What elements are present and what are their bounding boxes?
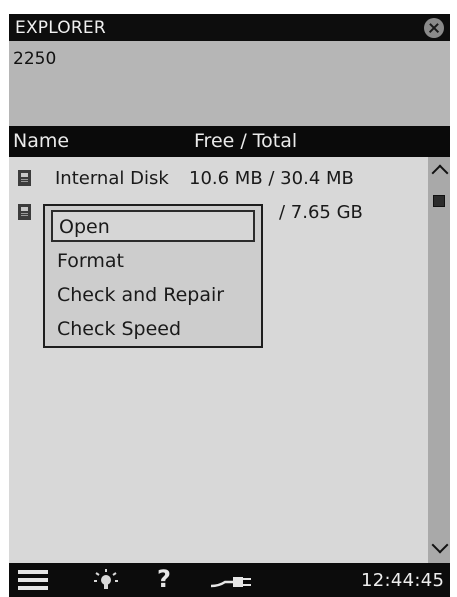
title-bar: EXPLORER <box>9 14 450 41</box>
explorer-window: EXPLORER 2250 Name Free / Total Internal… <box>9 14 450 597</box>
power-plug-icon[interactable] <box>209 574 257 590</box>
disk-icon <box>18 170 31 186</box>
menu-item-check-and-repair[interactable]: Check and Repair <box>51 280 255 312</box>
disk-icon <box>18 204 31 220</box>
menu-item-check-speed[interactable]: Check Speed <box>51 314 255 346</box>
list-item[interactable]: Internal Disk 10.6 MB / 30.4 MB <box>9 161 428 195</box>
column-free-total-header[interactable]: Free / Total <box>194 130 297 152</box>
chevron-down-icon[interactable] <box>432 541 446 553</box>
device-panel: 2250 <box>9 41 450 126</box>
drive-size: / 7.65 GB <box>279 202 363 223</box>
lightbulb-icon[interactable] <box>93 569 119 593</box>
clock: 12:44:45 <box>361 570 445 591</box>
device-name: 2250 <box>13 49 57 69</box>
drive-name: Internal Disk <box>55 168 169 189</box>
menu-item-label: Open <box>59 216 110 238</box>
scrollbar[interactable] <box>428 157 450 563</box>
hamburger-menu-icon[interactable] <box>18 570 48 590</box>
context-menu: Open Format Check and Repair Check Speed <box>43 204 263 348</box>
app-title: EXPLORER <box>15 18 106 38</box>
taskbar: ? 12:44:45 <box>9 563 450 597</box>
scroll-thumb[interactable] <box>433 195 445 207</box>
menu-item-label: Check and Repair <box>57 284 225 306</box>
menu-item-open[interactable]: Open <box>51 210 255 242</box>
column-name-header[interactable]: Name <box>13 130 69 152</box>
column-header: Name Free / Total <box>9 126 450 157</box>
drive-size: 10.6 MB / 30.4 MB <box>189 168 354 189</box>
chevron-up-icon[interactable] <box>432 163 446 173</box>
menu-item-label: Check Speed <box>57 318 182 340</box>
menu-item-format[interactable]: Format <box>51 246 255 278</box>
close-icon[interactable] <box>424 18 444 38</box>
menu-item-label: Format <box>57 250 124 272</box>
help-icon[interactable]: ? <box>157 565 171 593</box>
